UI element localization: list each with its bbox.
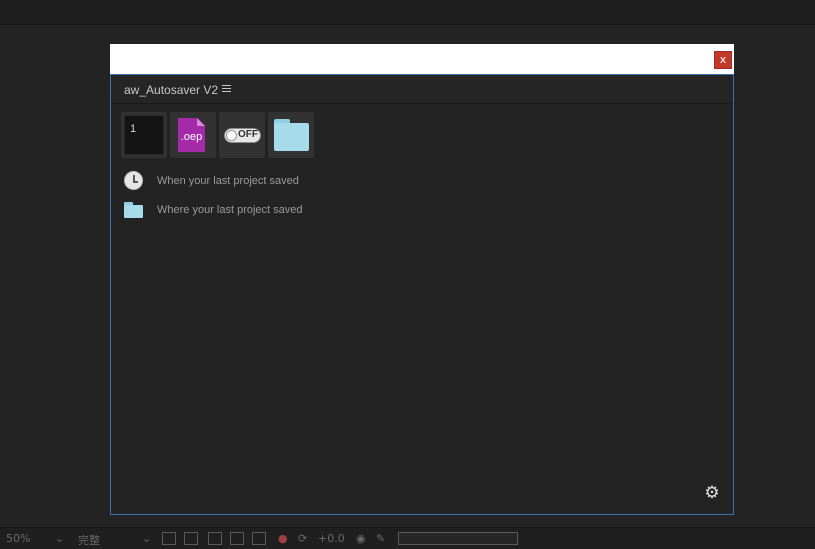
quality-select[interactable]: 完整: [78, 532, 100, 548]
close-button[interactable]: x: [714, 51, 732, 69]
guides-icon[interactable]: [230, 532, 244, 545]
oep-file-button[interactable]: .oep: [170, 112, 216, 158]
exposure-value[interactable]: +0.0: [318, 532, 345, 545]
interval-counter-button[interactable]: 1: [121, 112, 167, 158]
chevron-down-icon[interactable]: ⌄: [55, 532, 64, 545]
camera-icon[interactable]: ◉: [356, 532, 366, 545]
transparency-grid-icon[interactable]: [184, 532, 198, 545]
view-field[interactable]: [398, 532, 518, 545]
panel-title: aw_Autosaver V2: [124, 83, 219, 97]
last-saved-location-text: Where your last project saved: [157, 204, 303, 216]
clock-icon: [124, 171, 143, 190]
chevron-down-icon[interactable]: ⌄: [142, 532, 151, 545]
interval-value[interactable]: 1: [124, 115, 164, 155]
autosave-toggle[interactable]: OFF: [219, 112, 265, 158]
gear-icon[interactable]: ⚙: [703, 484, 721, 502]
snapshot-icon[interactable]: ✎: [376, 532, 385, 545]
panel-header: aw_Autosaver V2: [111, 75, 733, 104]
folder-icon: [124, 200, 143, 219]
toggle-switch-icon: OFF: [224, 128, 261, 143]
reset-exposure-icon[interactable]: ⟳: [298, 532, 307, 545]
color-channel-icon[interactable]: ●: [278, 532, 288, 545]
last-saved-time-text: When your last project saved: [157, 175, 299, 187]
hamburger-menu-icon[interactable]: [221, 83, 233, 95]
viewer-bottom-bar: 50% ⌄ 完整 ⌄ ● ⟳ +0.0 ◉ ✎: [0, 527, 815, 549]
grid-icon[interactable]: [252, 532, 266, 545]
open-folder-button[interactable]: [268, 112, 314, 158]
folder-icon: [274, 123, 309, 151]
dialog-titlebar[interactable]: x: [110, 44, 734, 74]
mask-icon[interactable]: [208, 532, 222, 545]
zoom-select[interactable]: 50%: [6, 532, 30, 545]
oep-label: .oep: [180, 131, 203, 143]
app-top-strip: [0, 0, 815, 25]
autosaver-panel: aw_Autosaver V2 1 .oep OFF When your las…: [110, 74, 734, 515]
region-icon[interactable]: [162, 532, 176, 545]
toggle-state: OFF: [238, 129, 258, 140]
